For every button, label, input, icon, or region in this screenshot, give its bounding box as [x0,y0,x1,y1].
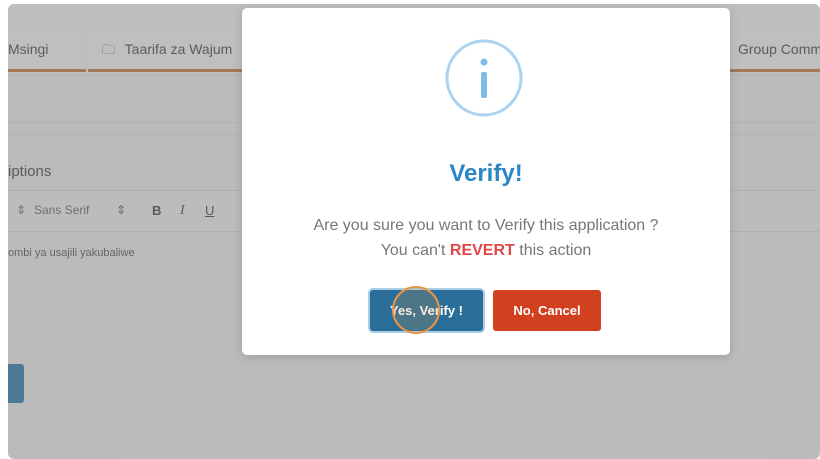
click-indicator [392,286,440,334]
message-text: this action [519,242,592,259]
dialog-message: Are you sure you want to Verify this app… [242,213,730,263]
message-line-2: You can't REVERT this action [242,238,730,263]
info-icon [445,39,523,117]
dialog-title: Verify! [449,160,523,187]
verify-dialog: Verify! Are you sure you want to Verify … [242,8,730,355]
revert-emphasis: REVERT [449,242,515,259]
message-line-1: Are you sure you want to Verify this app… [313,217,659,234]
cancel-button[interactable]: No, Cancel [493,290,601,331]
message-text: You can't [380,242,446,259]
